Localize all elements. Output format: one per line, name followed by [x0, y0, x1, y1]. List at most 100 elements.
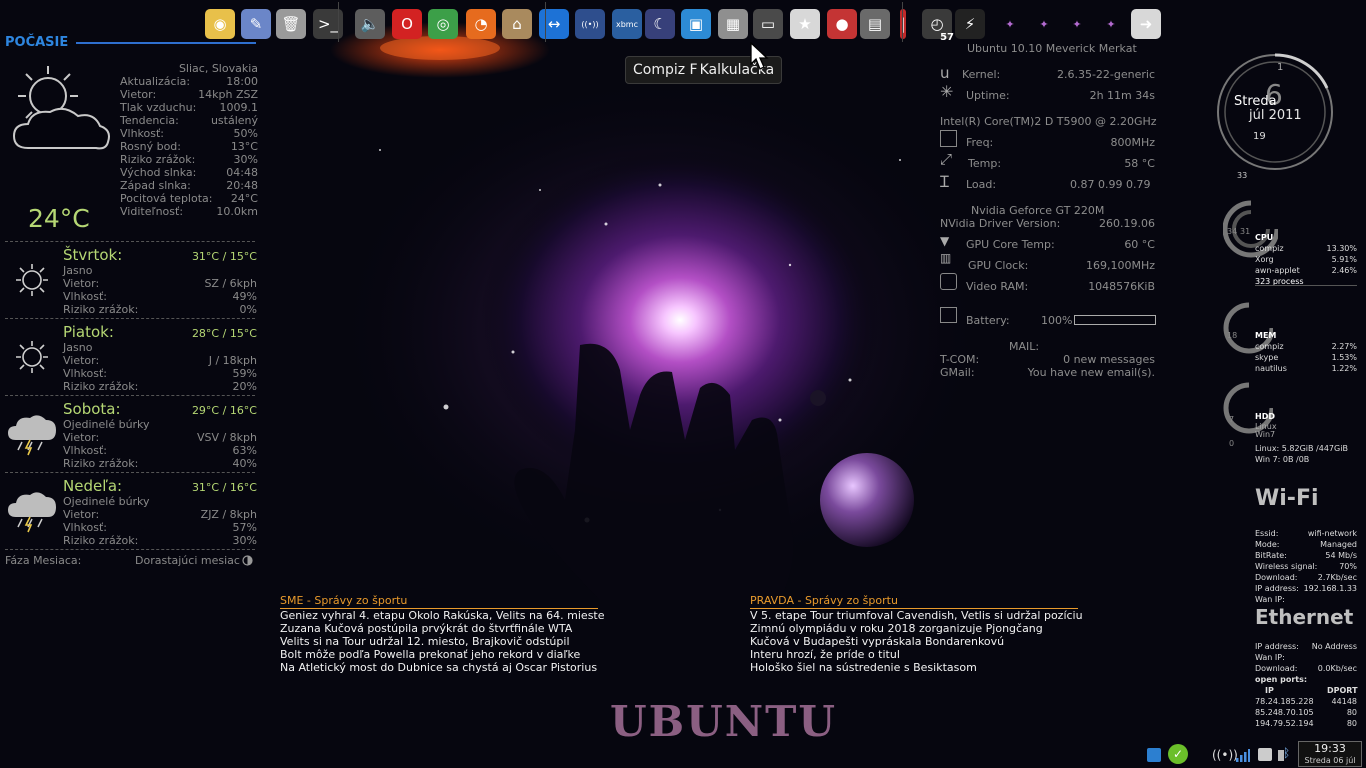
divider — [5, 395, 255, 396]
news-item[interactable]: Interu hrozí, že príde o titul — [750, 648, 1090, 661]
forecast-value: J / 18kph — [208, 354, 257, 367]
dock-calculator[interactable]: ▦ — [718, 9, 748, 39]
kernel-value: 2.6.35-22-generic — [1056, 68, 1155, 81]
forecast-label: Riziko zrážok: — [63, 303, 139, 316]
ethernet-info: IP address: No Address Wan IP: Download: 0.0… — [1255, 641, 1357, 674]
info-label: Download: — [1255, 664, 1298, 673]
dock-volume[interactable]: 🔈 — [355, 9, 385, 39]
forecast-condition: Ojedinelé búrky — [63, 418, 150, 431]
mem-ring-value: 18 — [1227, 331, 1238, 340]
info-label: Wan IP: — [1255, 595, 1285, 604]
forecast-value: 57% — [232, 521, 257, 534]
dock-bar[interactable]: | — [900, 9, 906, 39]
forecast-value: 59% — [232, 367, 257, 380]
info-value: 0.0Kb/sec — [1317, 664, 1357, 673]
forecast-list: Štvrtok: 31°C / 15°C Jasno Vietor: SZ / 6kph… — [0, 244, 262, 554]
news-item[interactable]: Hološko šiel na sústredenie s Besiktasom — [750, 661, 1090, 674]
forecast-day: Sobota: 29°C / 16°C Ojedinelé búrky Vietor:… — [0, 398, 262, 475]
news-item[interactable]: Kučová v Budapešti vypráskala Bondarenko… — [750, 635, 1090, 648]
dock-opera[interactable]: O — [392, 9, 422, 39]
dock-wifi[interactable]: ((•)) — [575, 9, 605, 39]
tray-signal-icon[interactable] — [1236, 749, 1250, 762]
news-item[interactable]: Zuzana Kučová postúpila prvýkrát do štvr… — [280, 622, 610, 635]
dock-security[interactable]: ● — [827, 9, 857, 39]
info-value: 54 Mb/s — [1325, 551, 1357, 560]
dock-trash[interactable]: 🗑 — [276, 9, 306, 39]
dock-box[interactable]: ▣ — [681, 9, 711, 39]
cpu-model: Intel(R) Core(TM)2 D T5900 @ 2.20GHz — [940, 115, 1157, 128]
dock-separator — [545, 2, 546, 42]
info-row: Wan IP: — [1255, 652, 1357, 663]
tray-box-icon[interactable] — [1147, 748, 1161, 762]
kernel-label: Kernel: — [962, 68, 1001, 81]
dock-home[interactable]: ⌂ — [502, 9, 532, 39]
monitor-icon: ▭ — [760, 15, 776, 33]
forecast-label: Vietor: — [63, 354, 100, 367]
weather-row: Rosný bod: 13°C — [120, 140, 258, 153]
forecast-label: Vlhkosť: — [63, 290, 108, 303]
forecast-label: Vlhkosť: — [63, 367, 108, 380]
weather-row-label: Aktualizácia: — [120, 75, 191, 88]
news-item[interactable]: Zimnú olympiádu v roku 2018 zorganizuje … — [750, 622, 1090, 635]
speed-badge: 57 — [940, 32, 954, 43]
star-icon: ✦ — [1106, 17, 1116, 31]
forecast-value: 0% — [239, 303, 257, 316]
info-value: 2.7Kb/sec — [1317, 573, 1357, 582]
tray-printer-icon[interactable] — [1258, 748, 1272, 761]
thunderstorm-icon — [6, 487, 58, 533]
weather-row-value: ustálený — [210, 114, 258, 127]
tcom-value: 0 new messages — [1063, 353, 1155, 366]
weather-title: POČASIE — [5, 35, 69, 50]
wifi-info: Essid: wifi-network Mode: Managed BitRate: 54… — [1255, 528, 1357, 605]
forecast-temp: 31°C / 15°C — [191, 250, 257, 263]
weather-row-label: Tendencia: — [120, 114, 179, 127]
vram-value: 1048576KiB — [1088, 280, 1155, 293]
dock-star4[interactable]: ✦ — [1096, 9, 1126, 39]
forecast-condition: Ojedinelé búrky — [63, 495, 150, 508]
dock-logout[interactable]: ➜ — [1131, 9, 1161, 39]
logout-icon: ➜ — [1139, 15, 1153, 33]
weather-row-label: Riziko zrážok: — [120, 153, 196, 166]
dock-notes[interactable]: ✎ — [241, 9, 271, 39]
terminal-icon: >_ — [317, 15, 339, 33]
dock-monitor[interactable]: ▭ — [753, 9, 783, 39]
dock-xbmc[interactable]: xbmc — [612, 9, 642, 39]
news-item[interactable]: Velits si na Tour udržal 12. miesto, Bra… — [280, 635, 610, 648]
dock-star1[interactable]: ✦ — [995, 9, 1025, 39]
ports-col-port: DPORT — [1327, 686, 1358, 695]
info-row: compiz 2.27% — [1255, 341, 1357, 352]
dock-star3[interactable]: ✦ — [1062, 9, 1092, 39]
dock-chrome[interactable]: ◎ — [428, 9, 458, 39]
tray-bluetooth-icon[interactable]: ᛒ — [1283, 746, 1290, 760]
weather-row-value: 24°C — [230, 192, 258, 205]
weather-row-value: 13°C — [230, 140, 258, 153]
info-value: 80 — [1346, 719, 1357, 728]
opera-icon: O — [401, 15, 413, 33]
info-row: awn-applet 2.46% — [1255, 265, 1357, 276]
dock-teamviewer[interactable]: ↔ — [539, 9, 569, 39]
news-item[interactable]: V 5. etape Tour triumfoval Cavendish, Ve… — [750, 609, 1090, 622]
info-value: 44148 — [1331, 697, 1357, 706]
dock-bar: ◉ ✎ 🗑 >_ 🔈 O ◎ ◔ ⌂ ↔ ((•)) xbmc ☾ ▣ ▦ ▭ ★ ● ▤ | ◴ 57 ⚡ ✦ ✦ ✦ ✦ ➜ — [200, 0, 1170, 44]
dock-moon[interactable]: ☾ — [645, 9, 675, 39]
taskbar-clock[interactable]: 19:33 Streda 06 júl — [1298, 741, 1362, 767]
news-item[interactable]: Bolt môže podľa Powella prekonať jeho re… — [280, 648, 610, 661]
news-item[interactable]: Geniez vyhral 4. etapu Okolo Rakúska, Ve… — [280, 609, 610, 622]
tray-check-icon[interactable]: ✓ — [1168, 744, 1188, 764]
forecast-value: 20% — [232, 380, 257, 393]
dock-display[interactable]: ▤ — [860, 9, 890, 39]
news-item[interactable]: Na Atletický most do Dubnice sa chystá a… — [280, 661, 610, 674]
dock-star2[interactable]: ✦ — [1029, 9, 1059, 39]
weather-row-label: Východ slnka: — [120, 166, 197, 179]
gpu-clock-label: GPU Clock: — [968, 259, 1029, 272]
dock-firefox[interactable]: ◔ — [466, 9, 496, 39]
dock-power[interactable]: ⚡ — [955, 9, 985, 39]
dock-disk[interactable]: ★ — [790, 9, 820, 39]
forecast-value: 63% — [232, 444, 257, 457]
dock-speedometer[interactable]: ◴ 57 — [922, 9, 954, 43]
tray-network-icon[interactable]: ((•)) — [1212, 748, 1238, 762]
weather-row-value: 20:48 — [226, 179, 258, 192]
news-pravda-title: PRAVDA - Správy zo športu — [750, 594, 898, 607]
ubuntu-logo-text: UBUNTU — [610, 697, 838, 746]
dock-gimp[interactable]: ◉ — [205, 9, 235, 39]
